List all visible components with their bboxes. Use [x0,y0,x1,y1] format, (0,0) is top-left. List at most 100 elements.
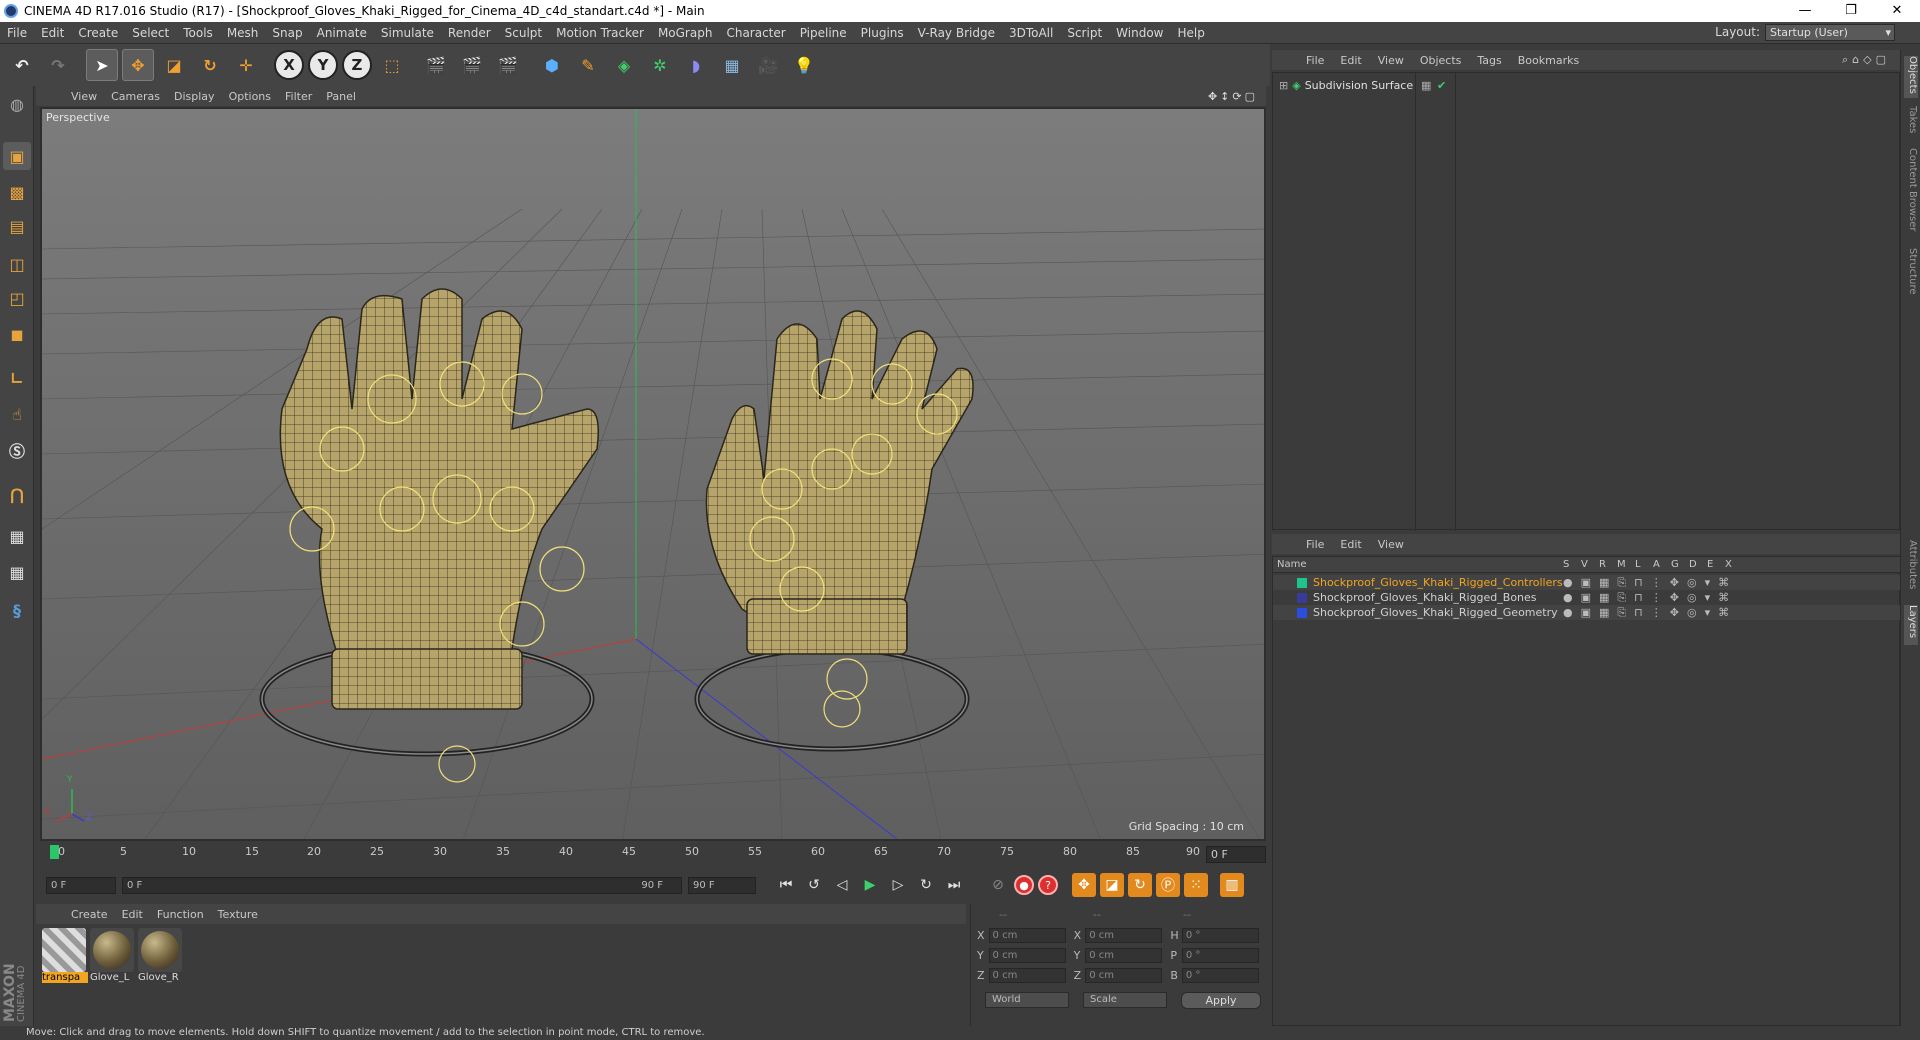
material-menu-function[interactable]: Function [150,908,211,921]
viewport-menu-view[interactable]: View [64,90,104,103]
menu-edit[interactable]: Edit [34,26,71,40]
layer-flag-icons[interactable]: ●▣▦⎘⊓⋮✥◎▾⌘ [1563,591,1737,605]
objects-menu-objects[interactable]: Objects [1412,54,1470,67]
position-z-field[interactable]: 0 cm [988,967,1066,983]
points-mode-button[interactable]: ◫ [3,250,31,278]
record-position-button[interactable]: ✥ [1072,873,1096,897]
material-glove-l[interactable]: Glove_L [90,928,136,990]
enabled-check-icon[interactable]: ✔ [1437,79,1446,92]
position-y-field[interactable]: 0 cm [988,947,1066,963]
layer-flag-icons[interactable]: ●▣▦⎘⊓⋮✥◎▾⌘ [1563,576,1737,590]
render-picture-viewer-button[interactable]: 🎬 [456,49,488,81]
tweak-mode-button[interactable]: ☝ [3,400,31,428]
polygons-mode-button[interactable]: ◼ [3,320,31,348]
layout-dropdown[interactable]: Startup (User) ▾ [1765,24,1895,41]
auto-keying-button[interactable]: ● [1014,875,1034,895]
magnet-button[interactable]: ⋂ [3,480,31,508]
coordinate-space-dropdown[interactable]: World [985,992,1069,1008]
material-transparent[interactable]: transpa [42,928,88,990]
planar-workplane-button[interactable]: ▦ [3,558,31,586]
object-manager-nav-icons[interactable]: ⌕⌂◇▢ [1842,53,1890,67]
objects-menu-file[interactable]: File [1298,54,1332,67]
add-mograph-button[interactable]: ✲ [644,49,676,81]
layer-row-geometry[interactable]: Shockproof_Gloves_Khaki_Rigged_Geometry … [1273,605,1901,620]
record-parameter-button[interactable]: Ⓟ [1156,873,1180,897]
layer-row-controllers[interactable]: Shockproof_Gloves_Khaki_Rigged_Controlle… [1273,575,1901,590]
menu-character[interactable]: Character [719,26,792,40]
edges-mode-button[interactable]: ◰ [3,284,31,312]
axis-mode-button[interactable]: ∟ [3,364,31,392]
z-axis-lock-button[interactable]: Z [342,50,372,80]
tab-content-browser[interactable]: Content Browser [1904,148,1918,244]
size-x-field[interactable]: 0 cm [1085,927,1163,943]
add-light-button[interactable]: 💡 [788,49,820,81]
make-editable-button[interactable]: ◍ [3,90,31,118]
layer-row-bones[interactable]: Shockproof_Gloves_Khaki_Rigged_Bones ●▣▦… [1273,590,1901,605]
menu-pipeline[interactable]: Pipeline [793,26,854,40]
objects-menu-tags[interactable]: Tags [1469,54,1509,67]
rotation-b-field[interactable]: 0 ° [1181,967,1260,983]
menu-mesh[interactable]: Mesh [220,26,266,40]
menu-sculpt[interactable]: Sculpt [498,26,549,40]
viewport-menu-options[interactable]: Options [222,90,278,103]
add-spline-button[interactable]: ✎ [572,49,604,81]
add-environment-button[interactable]: ▦ [716,49,748,81]
material-menu-edit[interactable]: Edit [115,908,150,921]
live-selection-button[interactable]: ➤ [86,49,118,81]
timeline-settings-button[interactable]: ▥ [1220,873,1244,897]
render-view-button[interactable]: 🎬 [420,49,452,81]
menu-plugins[interactable]: Plugins [854,26,911,40]
viewport-menu-display[interactable]: Display [167,90,222,103]
go-to-start-button[interactable]: ⏮ [774,873,798,897]
rotation-h-field[interactable]: 0 ° [1181,927,1260,943]
viewport-menu-panel[interactable]: Panel [319,90,363,103]
undo-button[interactable]: ↶ [6,49,38,81]
scale-tool-button[interactable]: ◪ [158,49,190,81]
layer-color-swatch[interactable] [1297,577,1307,588]
layers-menu-edit[interactable]: Edit [1332,538,1369,551]
lock-workplane-button[interactable]: ▦ [3,522,31,550]
coordinate-system-button[interactable]: ⬚ [376,49,408,81]
render-settings-button[interactable]: 🎬 [492,49,524,81]
current-frame-field[interactable]: 0 F [1206,846,1266,863]
layer-flag-icons[interactable]: ●▣▦⎘⊓⋮✥◎▾⌘ [1563,606,1737,620]
end-frame-field[interactable]: 90 F [688,876,756,894]
menu-animate[interactable]: Animate [310,26,374,40]
timeline-ruler[interactable]: 0 5 10 15 20 25 30 35 40 45 50 55 60 65 … [40,843,1266,867]
record-scale-button[interactable]: ◪ [1100,873,1124,897]
material-menu-texture[interactable]: Texture [211,908,265,921]
object-row-subdivision-surface[interactable]: ⊞ ◈ Subdivision Surface ▦ ✔ [1273,77,1446,93]
menu-render[interactable]: Render [441,26,498,40]
menu-tools[interactable]: Tools [176,26,220,40]
model-mode-button[interactable]: ▣ [3,142,31,170]
apply-button[interactable]: Apply [1181,992,1261,1009]
record-keys-button[interactable]: ⊘ [986,873,1010,897]
menu-help[interactable]: Help [1170,26,1211,40]
start-frame-field[interactable]: 0 F [46,876,116,894]
keyframe-selection-button[interactable]: ? [1038,875,1058,895]
viewport-menu-cameras[interactable]: Cameras [104,90,167,103]
menu-motion-tracker[interactable]: Motion Tracker [549,26,651,40]
menu-mograph[interactable]: MoGraph [651,26,720,40]
y-axis-lock-button[interactable]: Y [308,50,338,80]
play-button[interactable]: ▶ [858,873,882,897]
menu-snap[interactable]: Snap [265,26,309,40]
python-button[interactable]: § [3,596,31,624]
preview-range-slider[interactable]: 0 F 90 F [122,876,682,894]
layers-menu-file[interactable]: File [1298,538,1332,551]
add-cube-button[interactable]: ⬢ [536,49,568,81]
menu-select[interactable]: Select [125,26,176,40]
objects-menu-view[interactable]: View [1370,54,1412,67]
menu-create[interactable]: Create [71,26,125,40]
menu-vray-bridge[interactable]: V-Ray Bridge [911,26,1002,40]
tab-attributes[interactable]: Attributes [1904,540,1918,600]
add-generator-button[interactable]: ◈ [608,49,640,81]
3d-viewport[interactable]: Perspective Y X Z Grid Spacing : 10 cm [40,107,1266,841]
menu-simulate[interactable]: Simulate [374,26,441,40]
go-to-end-button[interactable]: ⏭ [942,873,966,897]
layers-menu-view[interactable]: View [1370,538,1412,551]
objects-menu-edit[interactable]: Edit [1332,54,1369,67]
objects-menu-bookmarks[interactable]: Bookmarks [1510,54,1587,67]
material-glove-r[interactable]: Glove_R [138,928,184,990]
position-x-field[interactable]: 0 cm [988,927,1066,943]
